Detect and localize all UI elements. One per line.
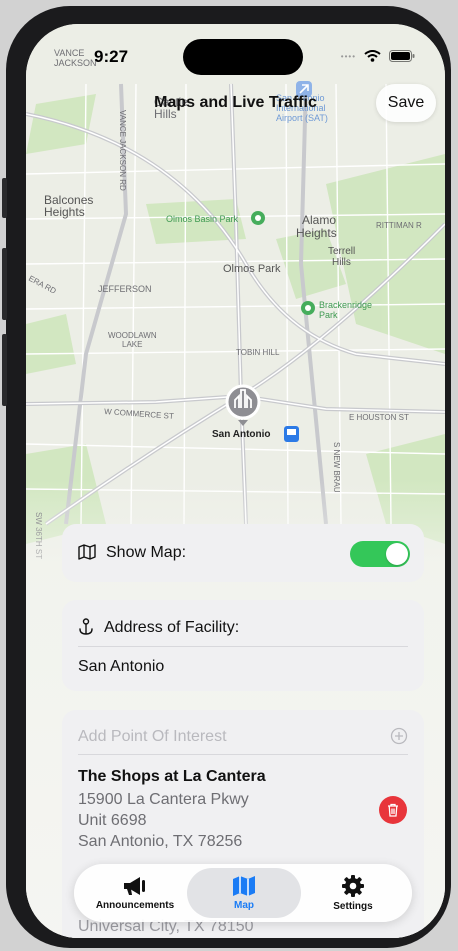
wifi-icon [364, 50, 381, 62]
map-label-e-houston: E HOUSTON ST [349, 413, 409, 422]
poi-line2: Unit 6698 [78, 812, 147, 829]
park-icon [301, 301, 315, 315]
address-card: Address of Facility: San Antonio [62, 600, 424, 691]
tab-bar: Announcements Map Settings [74, 864, 412, 922]
park-icon [251, 211, 265, 225]
battery-icon [389, 50, 415, 62]
map-label-tobin: TOBIN HILL [236, 348, 280, 357]
signal-dots-icon: •••• [340, 51, 356, 61]
anchor-pin-icon [79, 618, 93, 635]
delete-button[interactable] [379, 796, 407, 824]
transit-icon [284, 426, 299, 442]
map-label-vance-jackson-rd: VANCE JACKSON RD [118, 110, 127, 191]
action-button [2, 178, 7, 218]
status-icons: •••• [341, 50, 415, 62]
toggle-knob [386, 543, 408, 565]
divider [78, 754, 408, 755]
volume-up-button [2, 248, 7, 320]
dynamic-island [183, 39, 303, 75]
show-map-card: Show Map: [62, 524, 424, 582]
show-map-toggle[interactable] [350, 541, 410, 567]
gear-icon [342, 875, 364, 897]
map-label-alamo: Alamo Heights [296, 213, 337, 240]
volume-down-button [2, 334, 7, 406]
add-circle-icon[interactable] [390, 727, 408, 745]
tab-settings-label: Settings [333, 901, 373, 912]
poi-line3: San Antonio, TX 78256 [78, 833, 243, 850]
tab-map[interactable]: Map [188, 864, 300, 922]
screen: VANCE JACKSON Castle Hills San Antonio Inte… [26, 24, 445, 938]
map-label-rittiman: RITTIMAN R [376, 221, 422, 230]
tab-announcements-label: Announcements [95, 900, 175, 911]
map-outline-icon [78, 544, 96, 560]
show-map-label: Show Map: [106, 544, 187, 561]
map-label-jefferson: JEFFERSON [98, 284, 152, 294]
tab-announcements[interactable]: Announcements [80, 864, 190, 922]
trash-icon [388, 803, 398, 817]
address-value[interactable]: San Antonio [78, 658, 164, 676]
address-label: Address of Facility: [104, 619, 240, 636]
map-label-olmos-basin: Olmos Basin Park [166, 214, 239, 224]
tab-settings[interactable]: Settings [298, 864, 408, 922]
poi-line1: 15900 La Cantera Pkwy [78, 791, 249, 808]
status-time: 9:27 [94, 47, 129, 66]
save-button[interactable]: Save [376, 84, 436, 122]
map-label-olmos-park: Olmos Park [223, 263, 281, 275]
map-icon [233, 876, 255, 896]
poi-input[interactable]: Add Point Of Interest [78, 728, 227, 746]
phone-frame: VANCE JACKSON Castle Hills San Antonio Inte… [2, 6, 451, 948]
megaphone-icon [124, 877, 145, 895]
tab-map-label: Map [234, 900, 254, 911]
map-label-pin: San Antonio [212, 429, 271, 440]
divider [78, 646, 408, 647]
poi-list-item[interactable]: The Shops at La Cantera 15900 La Cantera… [78, 768, 266, 852]
poi-name: The Shops at La Cantera [78, 768, 266, 785]
